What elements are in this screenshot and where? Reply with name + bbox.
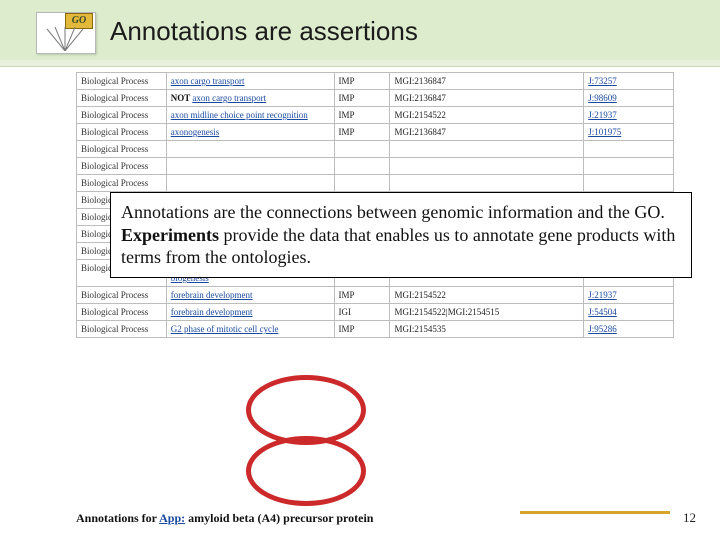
- ref-link[interactable]: J:21937: [588, 290, 617, 300]
- table-row: Biological Process axonogenesis IMPMGI:213…: [77, 124, 674, 141]
- ref-cell: J:21937: [584, 107, 674, 124]
- category-cell: Biological Process: [77, 287, 167, 304]
- ref-link[interactable]: J:21937: [588, 110, 617, 120]
- category-cell: Biological Process: [77, 107, 167, 124]
- ref-cell: [584, 158, 674, 175]
- term-cell: [166, 141, 334, 158]
- evidence-code-cell: [334, 175, 390, 192]
- evidence-cell: MGI:2154522|MGI:2154515: [390, 304, 584, 321]
- table-row: Biological Process G2 phase of mitotic ce…: [77, 321, 674, 338]
- table-row: Biological ProcessNOT axon cargo transpo…: [77, 90, 674, 107]
- ref-cell: J:101975: [584, 124, 674, 141]
- evidence-cell: [390, 141, 584, 158]
- evidence-cell: [390, 175, 584, 192]
- term-link[interactable]: axon midline choice point recognition: [171, 110, 308, 120]
- evidence-cell: MGI:2136847: [390, 90, 584, 107]
- callout-box: Annotations are the connections between …: [110, 192, 692, 278]
- table-row: Biological Process axon cargo transport IM…: [77, 73, 674, 90]
- term-cell: G2 phase of mitotic cell cycle: [166, 321, 334, 338]
- term-cell: [166, 175, 334, 192]
- header-accent: [0, 60, 720, 66]
- ref-cell: J:21937: [584, 287, 674, 304]
- term-link[interactable]: axon cargo transport: [171, 76, 245, 86]
- category-cell: Biological Process: [77, 158, 167, 175]
- term-cell: forebrain development: [166, 304, 334, 321]
- term-cell: forebrain development: [166, 287, 334, 304]
- category-cell: Biological Process: [77, 90, 167, 107]
- evidence-code-cell: [334, 141, 390, 158]
- footer-accent: [520, 511, 670, 514]
- caption-prefix: Annotations for: [76, 511, 159, 525]
- ref-link[interactable]: J:54504: [588, 307, 617, 317]
- table-row: Biological Process: [77, 158, 674, 175]
- ref-cell: [584, 175, 674, 192]
- term-link[interactable]: axon cargo transport: [192, 93, 266, 103]
- go-logo: GO: [36, 12, 96, 54]
- ref-cell: J:98609: [584, 90, 674, 107]
- term-link[interactable]: G2 phase of mitotic cell cycle: [171, 324, 279, 334]
- logo-tree-icon: [43, 27, 87, 51]
- term-cell: axon midline choice point recognition: [166, 107, 334, 124]
- ref-link[interactable]: J:101975: [588, 127, 621, 137]
- category-cell: Biological Process: [77, 124, 167, 141]
- evidence-code-cell: IMP: [334, 321, 390, 338]
- term-link[interactable]: forebrain development: [171, 307, 253, 317]
- highlight-circle: [246, 375, 366, 445]
- table-row: Biological Process forebrain development I…: [77, 304, 674, 321]
- category-cell: Biological Process: [77, 321, 167, 338]
- caption-rest: amyloid beta (A4) precursor protein: [185, 511, 373, 525]
- evidence-code-cell: [334, 158, 390, 175]
- table-row: Biological Process: [77, 141, 674, 158]
- term-cell: axonogenesis: [166, 124, 334, 141]
- term-cell: NOT axon cargo transport: [166, 90, 334, 107]
- evidence-cell: MGI:2154535: [390, 321, 584, 338]
- evidence-cell: [390, 158, 584, 175]
- ref-cell: J:54504: [584, 304, 674, 321]
- evidence-code-cell: IMP: [334, 124, 390, 141]
- table-row: Biological Process axon midline choice po…: [77, 107, 674, 124]
- slide-title: Annotations are assertions: [110, 16, 418, 47]
- ref-link[interactable]: J:95286: [588, 324, 617, 334]
- evidence-cell: MGI:2154522: [390, 287, 584, 304]
- callout-text-1: Annotations are the connections between …: [121, 202, 665, 222]
- callout-bold: Experiments: [121, 225, 219, 245]
- ref-cell: J:73257: [584, 73, 674, 90]
- term-cell: axon cargo transport: [166, 73, 334, 90]
- caption: Annotations for App: amyloid beta (A4) p…: [76, 511, 373, 526]
- term-link[interactable]: forebrain development: [171, 290, 253, 300]
- category-cell: Biological Process: [77, 141, 167, 158]
- ref-cell: J:95286: [584, 321, 674, 338]
- ref-cell: [584, 141, 674, 158]
- caption-link[interactable]: App:: [159, 511, 185, 525]
- ref-link[interactable]: J:73257: [588, 76, 617, 86]
- category-cell: Biological Process: [77, 175, 167, 192]
- category-cell: Biological Process: [77, 304, 167, 321]
- term-link[interactable]: axonogenesis: [171, 127, 220, 137]
- evidence-cell: MGI:2136847: [390, 124, 584, 141]
- table-row: Biological Process: [77, 175, 674, 192]
- evidence-code-cell: IMP: [334, 107, 390, 124]
- page-number: 12: [683, 510, 696, 526]
- evidence-code-cell: IGI: [334, 304, 390, 321]
- category-cell: Biological Process: [77, 73, 167, 90]
- term-cell: [166, 158, 334, 175]
- ref-link[interactable]: J:98609: [588, 93, 617, 103]
- table-row: Biological Process forebrain development I…: [77, 287, 674, 304]
- evidence-code-cell: IMP: [334, 287, 390, 304]
- highlight-circle: [246, 436, 366, 506]
- evidence-code-cell: IMP: [334, 90, 390, 107]
- evidence-code-cell: IMP: [334, 73, 390, 90]
- evidence-cell: MGI:2136847: [390, 73, 584, 90]
- evidence-cell: MGI:2154522: [390, 107, 584, 124]
